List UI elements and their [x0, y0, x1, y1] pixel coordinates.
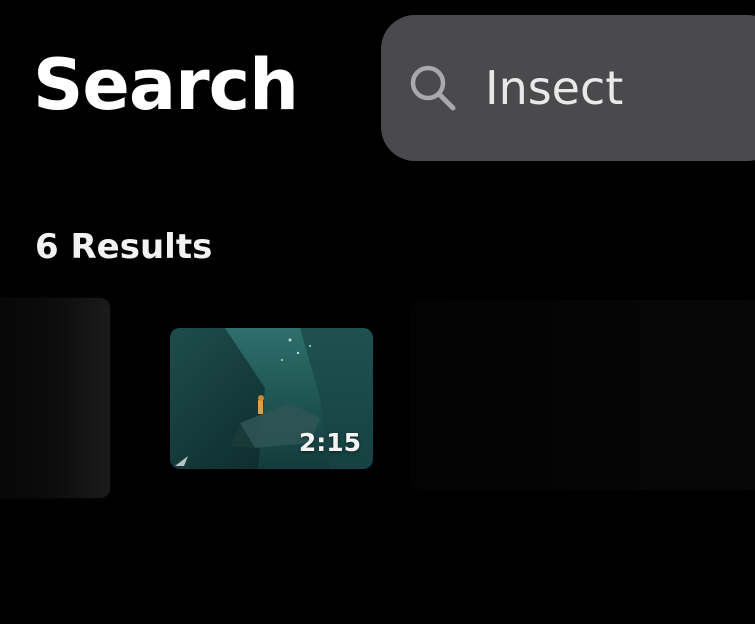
result-card-video[interactable]: 2:15 — [170, 328, 373, 469]
search-page: Search Insect 6 Results 2:15 — [0, 0, 755, 624]
video-duration: 2:15 — [298, 428, 361, 457]
search-input[interactable]: Insect — [485, 61, 623, 115]
results-count: 6 Results — [35, 227, 213, 267]
result-card-next[interactable] — [410, 300, 755, 490]
result-card-previous[interactable] — [0, 298, 110, 498]
search-icon — [407, 62, 459, 114]
search-field[interactable]: Insect — [381, 15, 755, 161]
page-title: Search — [33, 44, 299, 126]
